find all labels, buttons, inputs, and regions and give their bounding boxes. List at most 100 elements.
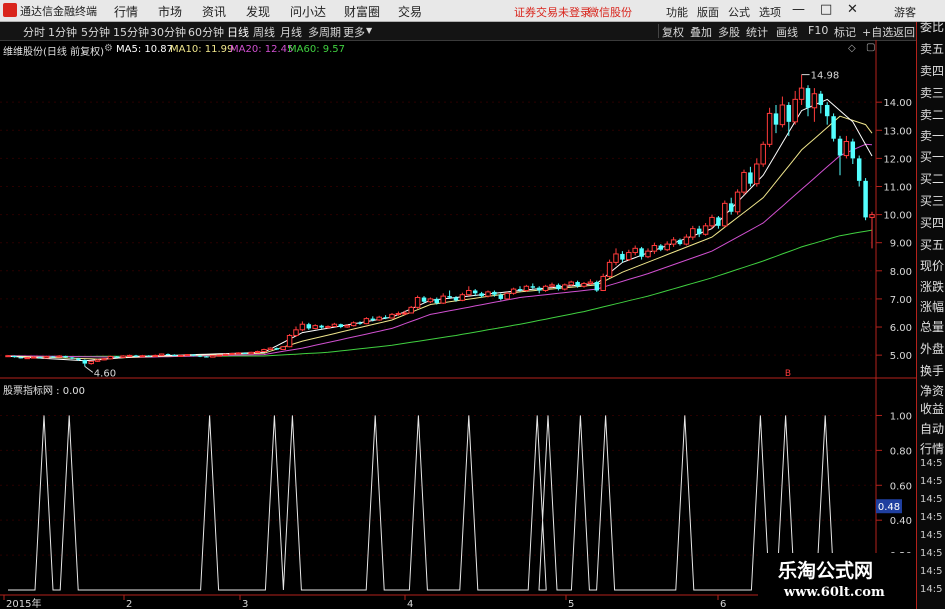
candle-body: [37, 357, 43, 359]
candle-body: [306, 324, 312, 329]
period-5min[interactable]: 5分钟: [81, 24, 110, 40]
quote-field-label: 现价: [920, 259, 945, 273]
menu-bar: 通达信金融终端 行情 市场 资讯 发现 问小达 财富圈 交易 证券交易未登录 微…: [0, 0, 945, 22]
menu-item-layout[interactable]: 版面: [697, 4, 719, 20]
candle-body: [280, 346, 286, 351]
y-tick-label: 10.00: [883, 211, 912, 222]
ma5-label: MA5: 10.87: [116, 44, 174, 55]
tool-overlay[interactable]: 叠加: [690, 24, 712, 40]
more-chevron-icon[interactable]: ▼: [366, 26, 372, 35]
tool-mark[interactable]: 标记: [834, 24, 856, 40]
quote-field-label: 卖四: [920, 64, 945, 78]
menu-item-wealth[interactable]: 财富圈: [344, 3, 380, 20]
quote-field-label: 14:5: [920, 458, 943, 469]
candle-body: [82, 359, 88, 364]
login-notice[interactable]: 证券交易未登录: [514, 4, 591, 20]
tool-multi-stock[interactable]: 多股: [718, 24, 740, 40]
period-more[interactable]: 更多: [343, 24, 365, 40]
menu-item-options[interactable]: 选项: [759, 4, 781, 20]
candle-body: [683, 236, 690, 245]
candle-body: [536, 287, 542, 291]
period-15min[interactable]: 15分钟: [113, 24, 149, 40]
candle-body: [350, 322, 357, 327]
period-1min[interactable]: 1分钟: [48, 24, 77, 40]
candle-body: [172, 354, 177, 356]
candle-body: [510, 288, 517, 294]
candle-body: [600, 275, 606, 291]
candle-body: [5, 355, 11, 358]
period-daily[interactable]: 日线: [227, 24, 249, 40]
guest-label[interactable]: 游客: [894, 4, 916, 20]
period-60min[interactable]: 60分钟: [188, 24, 224, 40]
close-icon[interactable]: ✕: [847, 2, 858, 17]
candle-body: [408, 306, 414, 314]
quote-field-label: 涨跌: [920, 280, 945, 294]
low-marker-line: [84, 365, 94, 373]
candle-body: [197, 355, 203, 357]
candle-body: [338, 324, 344, 328]
quote-field-label: 14:5: [920, 494, 943, 505]
candle-body: [319, 325, 324, 328]
candle-body: [101, 358, 107, 361]
candle-body: [242, 352, 248, 354]
candle-body: [632, 247, 638, 254]
menu-item-assistant[interactable]: 问小达: [290, 3, 326, 20]
menu-item-formula[interactable]: 公式: [728, 4, 750, 20]
y-tick-label: 8.00: [890, 267, 912, 278]
menu-item-quotes[interactable]: 行情: [114, 3, 138, 20]
settings-gear-icon[interactable]: ⚙: [104, 43, 113, 54]
quote-field-label: 行情: [920, 442, 945, 456]
candle-body: [222, 353, 229, 356]
period-multi[interactable]: 多周期: [308, 24, 341, 40]
menu-item-news[interactable]: 资讯: [202, 3, 226, 20]
candle-body: [299, 323, 306, 331]
candle-body: [843, 141, 850, 157]
diamond-icon[interactable]: ◇: [848, 43, 856, 54]
candle-body: [626, 252, 632, 261]
candle-body: [587, 281, 594, 284]
menu-item-trade[interactable]: 交易: [398, 3, 422, 20]
candle-body: [63, 355, 68, 358]
tool-add-watchlist[interactable]: +自选: [862, 24, 893, 40]
minimize-icon[interactable]: —: [792, 2, 805, 17]
candle-body: [517, 289, 523, 291]
y-tick-label: 13.00: [883, 126, 912, 137]
menu-item-market[interactable]: 市场: [158, 3, 182, 20]
candle-body: [312, 325, 318, 329]
tool-draw[interactable]: 画线: [776, 24, 798, 40]
tool-stats[interactable]: 统计: [746, 24, 768, 40]
period-weekly[interactable]: 周线: [253, 24, 275, 40]
candle-body: [818, 93, 824, 105]
period-monthly[interactable]: 月线: [280, 24, 302, 40]
chart-canvas[interactable]: 14.00 13.00 12.00 11.00 10.00 9.00 8.00 7.00 6.0…: [0, 40, 916, 609]
candle-body: [562, 284, 568, 290]
tool-f10[interactable]: F10: [808, 24, 828, 37]
candle-body: [479, 293, 484, 297]
candle-body: [43, 356, 50, 359]
indicator-y-label: 1.00: [890, 411, 912, 422]
period-30min[interactable]: 30分钟: [150, 24, 186, 40]
candle-body: [184, 354, 190, 357]
candle-body: [824, 104, 830, 117]
candle-body: [792, 98, 798, 123]
collapse-icon[interactable]: ▢: [866, 42, 875, 53]
candle-body: [414, 297, 421, 308]
quote-field-label: 换手: [920, 364, 945, 378]
menu-item-function[interactable]: 功能: [666, 4, 688, 20]
candle-body: [670, 239, 677, 245]
user-label[interactable]: 微信股份: [588, 4, 632, 20]
tool-back[interactable]: 返回: [893, 24, 915, 40]
candle-body: [389, 313, 395, 319]
y-tick-label: 6.00: [890, 323, 912, 334]
candle-body: [542, 285, 549, 291]
ma10-label: MA10: 11.99: [170, 44, 234, 55]
menu-item-discover[interactable]: 发现: [246, 3, 270, 20]
candle-body: [204, 356, 209, 358]
candle-body: [152, 354, 158, 357]
period-intraday[interactable]: 分时: [23, 24, 45, 40]
maximize-icon[interactable]: □: [820, 2, 832, 17]
indicator-y-label: 0.40: [890, 516, 912, 527]
candle-body: [139, 355, 146, 358]
candle-body: [165, 354, 171, 356]
tool-adjust[interactable]: 复权: [662, 24, 684, 40]
